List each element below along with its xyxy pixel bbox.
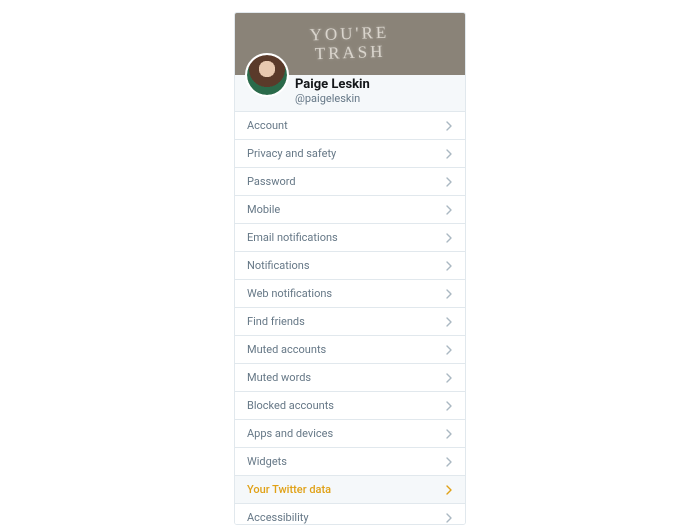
display-name: Paige Leskin [295, 77, 370, 92]
menu-item-label: Muted words [247, 371, 311, 384]
chevron-right-icon [445, 373, 453, 383]
menu-item-accessibility[interactable]: Accessibility [235, 504, 465, 525]
chevron-right-icon [445, 149, 453, 159]
menu-item-label: Account [247, 119, 288, 132]
handle: @paigeleskin [295, 92, 370, 105]
menu-item-label: Your Twitter data [247, 483, 331, 496]
settings-menu: Account Privacy and safety Password Mobile E… [235, 111, 465, 525]
chevron-right-icon [445, 177, 453, 187]
chevron-right-icon [445, 457, 453, 467]
chevron-right-icon [445, 401, 453, 411]
chevron-right-icon [445, 317, 453, 327]
menu-item-notifications[interactable]: Notifications [235, 252, 465, 280]
chevron-right-icon [445, 261, 453, 271]
menu-item-label: Apps and devices [247, 427, 333, 440]
chevron-right-icon [445, 233, 453, 243]
menu-item-label: Widgets [247, 455, 287, 468]
menu-item-label: Notifications [247, 259, 310, 272]
avatar[interactable] [245, 53, 289, 97]
banner-text: YOU'RE TRASH [310, 24, 391, 64]
chevron-right-icon [445, 485, 453, 495]
menu-item-label: Accessibility [247, 511, 309, 524]
menu-item-mobile[interactable]: Mobile [235, 196, 465, 224]
menu-item-find-friends[interactable]: Find friends [235, 308, 465, 336]
chevron-right-icon [445, 345, 453, 355]
chevron-right-icon [445, 429, 453, 439]
profile-header: YOU'RE TRASH Paige Leskin @paigeleskin [235, 13, 465, 111]
menu-item-widgets[interactable]: Widgets [235, 448, 465, 476]
chevron-right-icon [445, 289, 453, 299]
menu-item-privacy-and-safety[interactable]: Privacy and safety [235, 140, 465, 168]
menu-item-blocked-accounts[interactable]: Blocked accounts [235, 392, 465, 420]
settings-panel: YOU'RE TRASH Paige Leskin @paigeleskin A… [234, 12, 466, 525]
menu-item-label: Privacy and safety [247, 147, 336, 160]
menu-item-muted-words[interactable]: Muted words [235, 364, 465, 392]
chevron-right-icon [445, 205, 453, 215]
menu-item-label: Password [247, 175, 296, 188]
menu-item-account[interactable]: Account [235, 112, 465, 140]
avatar-image [247, 55, 287, 95]
menu-item-label: Blocked accounts [247, 399, 334, 412]
menu-item-label: Mobile [247, 203, 280, 216]
menu-item-label: Muted accounts [247, 343, 326, 356]
menu-item-label: Web notifications [247, 287, 332, 300]
profile-name-block: Paige Leskin @paigeleskin [295, 77, 370, 105]
menu-item-your-twitter-data[interactable]: Your Twitter data [235, 476, 465, 504]
chevron-right-icon [445, 513, 453, 523]
chevron-right-icon [445, 121, 453, 131]
menu-item-email-notifications[interactable]: Email notifications [235, 224, 465, 252]
menu-item-web-notifications[interactable]: Web notifications [235, 280, 465, 308]
menu-item-label: Find friends [247, 315, 305, 328]
menu-item-muted-accounts[interactable]: Muted accounts [235, 336, 465, 364]
menu-item-label: Email notifications [247, 231, 338, 244]
menu-item-apps-and-devices[interactable]: Apps and devices [235, 420, 465, 448]
menu-item-password[interactable]: Password [235, 168, 465, 196]
